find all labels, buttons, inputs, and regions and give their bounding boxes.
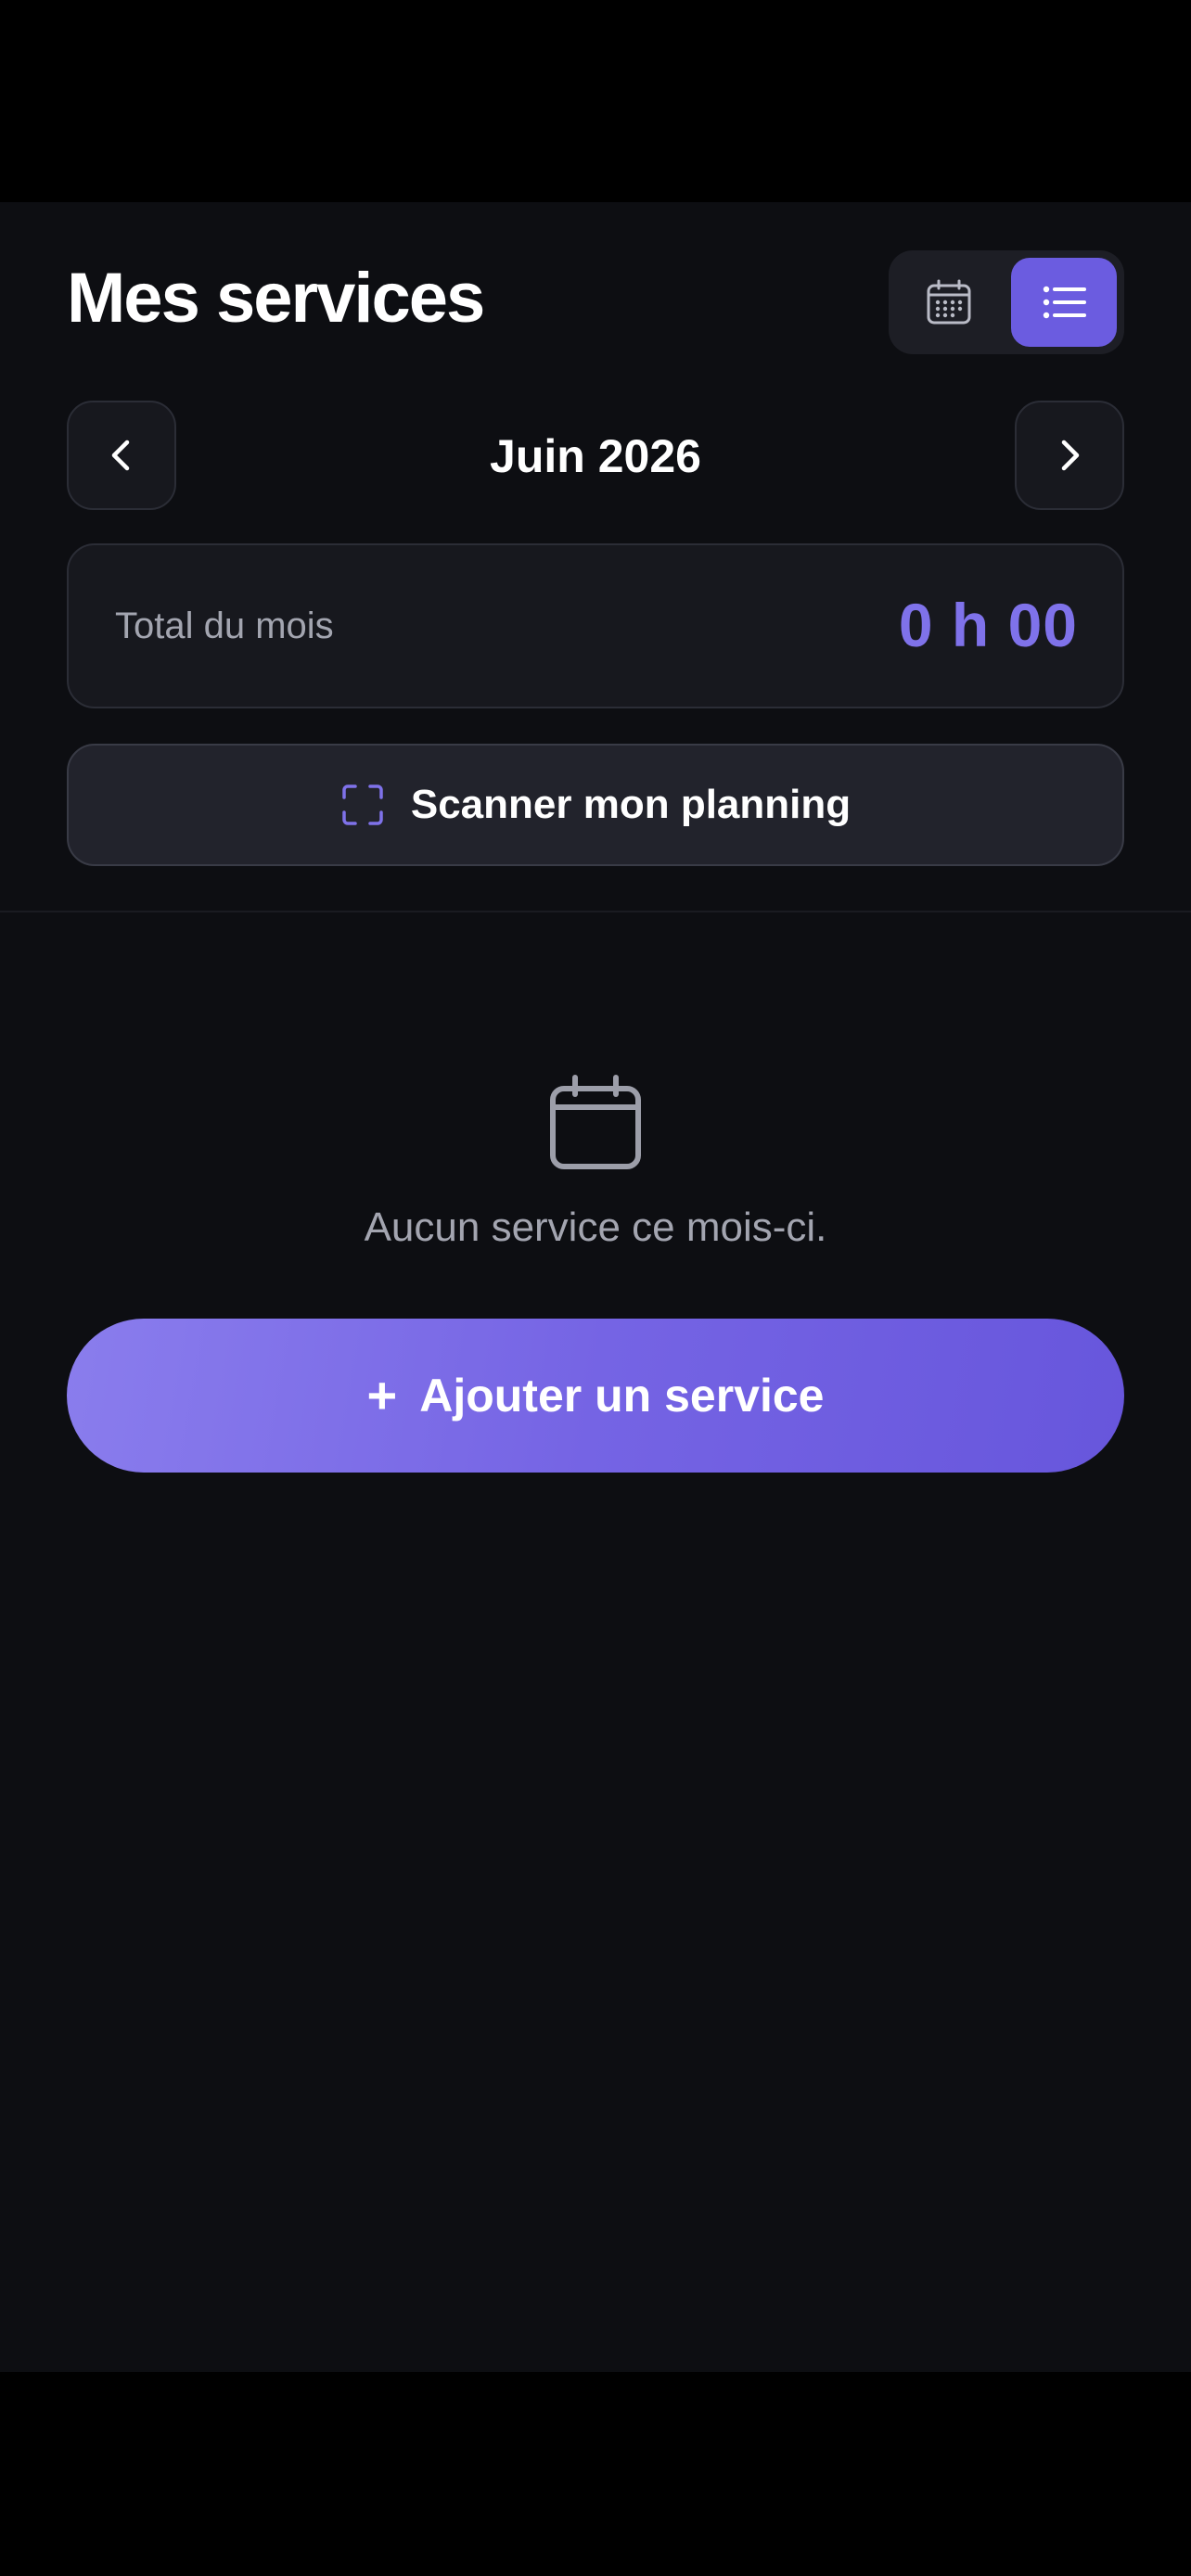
list-view-button[interactable] (1011, 258, 1117, 347)
monthly-total-card: Total du mois 0 h 00 (67, 543, 1124, 708)
calendar-icon (927, 279, 971, 325)
app-view: Mes services Juin 2026 Total du mois 0 h… (0, 202, 1191, 2372)
calendar-view-button[interactable] (896, 258, 1002, 347)
monthly-total-label: Total du mois (115, 606, 334, 646)
list-icon (1043, 286, 1086, 319)
scan-icon (342, 784, 383, 825)
add-service-button[interactable]: + Ajouter un service (67, 1319, 1124, 1473)
scan-planning-button[interactable]: Scanner mon planning (67, 744, 1124, 866)
section-divider (0, 911, 1191, 912)
chevron-left-icon (111, 440, 130, 471)
view-toggle (889, 250, 1124, 354)
calendar-icon (550, 1075, 641, 1169)
page-title: Mes services (67, 259, 485, 338)
plus-icon: + (366, 1366, 398, 1424)
chevron-right-icon (1061, 440, 1080, 471)
scan-planning-label: Scanner mon planning (410, 782, 852, 827)
monthly-total-value: 0 h 00 (898, 591, 1078, 659)
previous-month-button[interactable] (67, 401, 176, 510)
next-month-button[interactable] (1015, 401, 1124, 510)
empty-state-message: Aucun service ce mois-ci. (364, 1205, 827, 1250)
screen: Mes services Juin 2026 Total du mois 0 h… (0, 0, 1191, 2576)
add-service-label: Ajouter un service (419, 1370, 825, 1422)
current-month-label: Juin 2026 (490, 430, 701, 482)
